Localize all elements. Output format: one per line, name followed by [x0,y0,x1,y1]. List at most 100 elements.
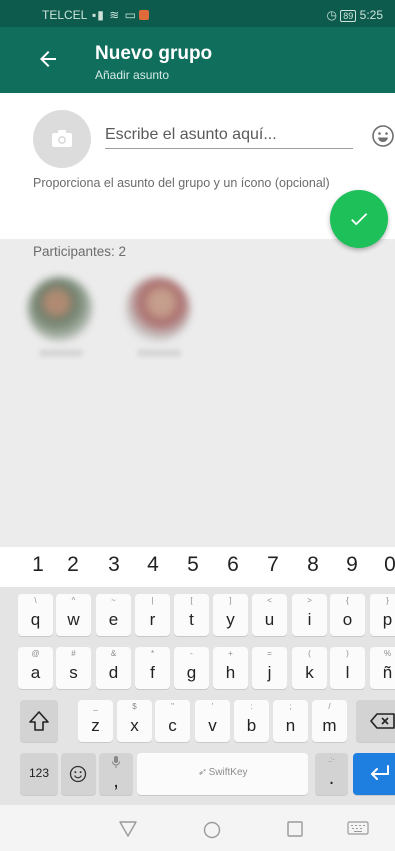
key-alt-symbol: _ [93,702,98,711]
key-o[interactable]: {o [330,594,365,636]
participant-name-blurred [39,349,83,357]
key-alt-symbol: ^ [71,596,76,605]
key-f[interactable]: * f [135,647,170,689]
key-t[interactable]: [t [174,594,209,636]
key-e[interactable]: ~ e [96,594,131,636]
number-row: 1234567890 [0,547,395,587]
status-right: ◷ 89 5:25 [326,8,383,22]
key-ñ[interactable]: % ñ [370,647,395,689]
key-p[interactable]: } p [370,594,395,636]
comma-key[interactable]: , [99,753,133,795]
key-w[interactable]: ^ w [56,594,91,636]
key-label: ñ [382,663,393,682]
key-z[interactable]: _ z [78,700,113,742]
key-x[interactable]: $ x [117,700,152,742]
key-label: f [150,663,155,682]
number-key[interactable]: 0 [371,553,395,577]
space-key[interactable]: ➶ SwiftKey [137,753,308,795]
shift-icon [29,711,49,731]
battery-level: 89 [340,10,357,22]
subject-input[interactable] [105,121,353,149]
key-y[interactable]: ] y [213,594,248,636]
key-a[interactable]: @ a [18,647,53,689]
group-photo-button[interactable] [33,110,91,168]
symbols-key-label: 123 [28,766,50,780]
key-b[interactable]: :b [234,700,269,742]
key-alt-symbol: ] [229,596,232,605]
key-d[interactable]: & d [96,647,131,689]
avatar [126,277,190,341]
key-label: e [108,610,119,629]
app-bar: Nuevo grupo Añadir asunto [0,27,395,93]
key-label: s [69,663,78,682]
key-label: n [285,716,296,735]
key-j[interactable]: = j [252,647,287,689]
confirm-button[interactable] [330,190,388,248]
key-label: d [108,663,119,682]
check-icon [351,213,368,226]
number-key[interactable]: 4 [134,553,172,577]
key-label: l [345,663,350,682]
symbols-key[interactable]: 123 [20,753,58,795]
key-label: o [342,610,353,629]
navigation-bar [0,805,395,851]
key-label: w [67,610,80,629]
key-label: t [189,610,194,629]
number-key[interactable]: 6 [214,553,252,577]
key-u[interactable]: < u [252,594,287,636]
comma-key-label: , [113,770,119,792]
back-nav-icon[interactable] [119,821,137,837]
recents-nav-icon[interactable] [287,821,303,837]
key-label: b [246,716,257,735]
emoji-key[interactable] [61,753,96,795]
key-alt-symbol: @ [31,649,40,658]
key-n[interactable]: ; n [273,700,308,742]
key-q[interactable]: \ q [18,594,53,636]
key-label: p [382,610,393,629]
key-label: u [264,610,275,629]
number-key[interactable]: 5 [174,553,212,577]
key-c[interactable]: " c [155,700,190,742]
backspace-icon [370,713,395,729]
key-l[interactable]: ) l [330,647,365,689]
keyboard-hide-icon[interactable] [347,821,369,835]
keyboard: 1234567890 \ q ^ w ~ e | r[t] y < u > i{o} p @ a # s & d * f -… [0,547,395,805]
key-alt-symbol: ( [308,649,311,658]
key-alt-symbol: > [307,596,312,605]
status-bar: TELCEL ▪▮ ≋ ▭ ◷ 89 5:25 [0,0,395,27]
number-key[interactable]: 2 [54,553,92,577]
participant-name-blurred [137,349,181,357]
number-key[interactable]: 3 [95,553,133,577]
key-v[interactable]: ' v [195,700,230,742]
period-key[interactable]: .:· . [315,753,348,795]
participant-item [25,277,95,359]
enter-icon [371,765,389,780]
backspace-key[interactable] [356,700,395,742]
key-s[interactable]: # s [56,647,91,689]
shift-key[interactable] [20,700,58,742]
enter-key[interactable] [353,753,395,795]
swiftkey-logo-icon: ➶ [197,767,206,778]
page-subtitle: Añadir asunto [95,68,170,82]
home-nav-icon[interactable] [203,821,221,839]
key-k[interactable]: (k [292,647,327,689]
microphone-icon [112,756,120,768]
back-arrow-icon[interactable] [36,47,60,71]
key-m[interactable]: / m [312,700,347,742]
key-alt-symbol: ' [211,702,214,711]
key-alt-symbol: : [250,702,253,711]
number-key[interactable]: 8 [294,553,332,577]
key-i[interactable]: > i [292,594,327,636]
key-label: j [267,663,272,682]
number-key[interactable]: 7 [254,553,292,577]
number-key[interactable]: 1 [19,553,57,577]
key-h[interactable]: + h [213,647,248,689]
key-alt-symbol: { [346,596,349,605]
emoji-icon[interactable] [371,124,395,148]
emoji-icon [69,765,87,783]
page-title: Nuevo grupo [95,43,213,64]
key-g[interactable]: -g [174,647,209,689]
key-label: g [186,663,197,682]
key-r[interactable]: | r [135,594,170,636]
number-key[interactable]: 9 [333,553,371,577]
